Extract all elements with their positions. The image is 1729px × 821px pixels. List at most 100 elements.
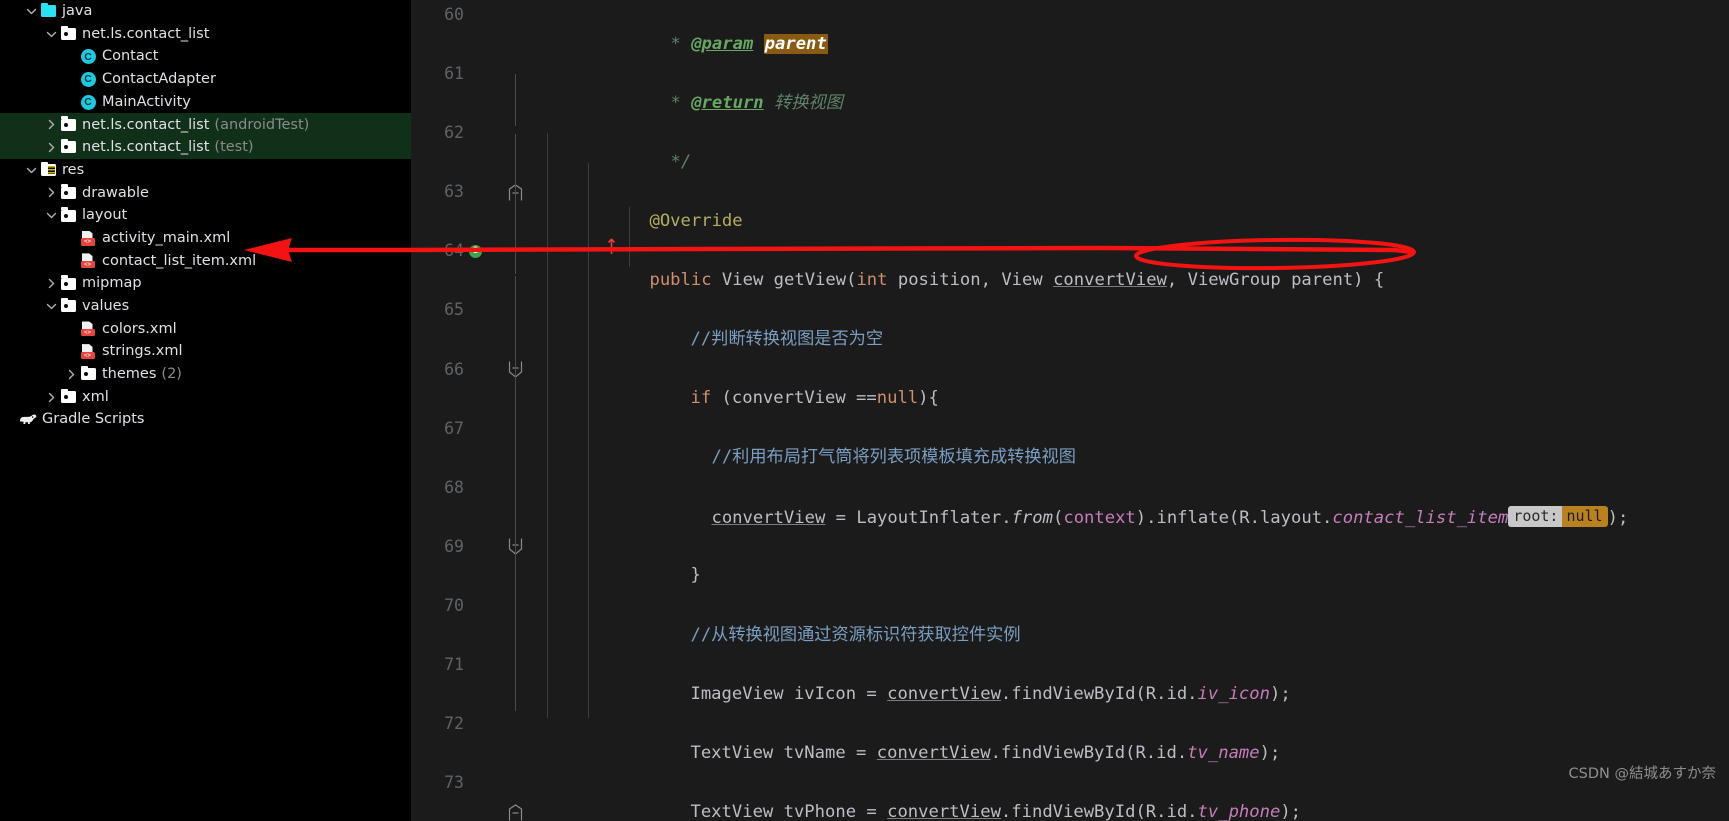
code-line[interactable]: 64 O public View getView(int position, V… (411, 236, 1729, 378)
tree-item-label: xml (82, 388, 109, 405)
javadoc-return-text: 转换视图 (774, 92, 843, 113)
tree-item-net-ls-contact-list[interactable]: net.ls.contact_list (0, 23, 411, 46)
chevron-down-icon[interactable] (44, 295, 58, 317)
tree-item-label: ContactAdapter (102, 71, 216, 88)
code-line[interactable]: 69 } (411, 532, 1729, 821)
tree-item-xml[interactable]: xml (0, 386, 411, 409)
project-tree-panel[interactable]: java net.ls.contact_list C Contact C ContactA… (0, 0, 411, 821)
project-tree[interactable]: java net.ls.contact_list C Contact C ContactA… (0, 0, 411, 431)
tree-item-activity-main-xml[interactable]: <> activity_main.xml (0, 227, 411, 250)
tree-item-label: layout (82, 207, 128, 224)
chevron-right-icon[interactable] (44, 136, 58, 158)
tree-item-suffix: (2) (161, 366, 182, 383)
code-line[interactable]: 73 TextView tvPhone = convertView.findVi… (411, 768, 1729, 821)
var-convertview: convertView (876, 742, 991, 763)
tree-no-chevron (64, 68, 78, 90)
folder-icon (80, 365, 96, 381)
xml-file-icon: <> (80, 344, 96, 360)
java-class-icon: C (80, 94, 96, 110)
line-number: 70 (444, 595, 464, 615)
code-lines[interactable]: 60 * @param parent 61 * @return 转换视图 62 (411, 0, 1729, 821)
var-convertview: convertView (887, 801, 1001, 821)
code-line[interactable]: 63 @Override (411, 177, 1729, 231)
line-number: 64 (444, 241, 464, 261)
sig-part-2: position, View (887, 269, 1054, 290)
tree-item-net-ls-contact-list[interactable]: net.ls.contact_list (androidTest) (0, 113, 411, 137)
code-line[interactable]: 72 TextView tvName = convertView.findVie… (411, 709, 1729, 763)
tree-item-suffix: (test) (214, 139, 254, 156)
chevron-right-icon (48, 142, 54, 153)
package-folder-icon (60, 138, 76, 154)
tree-item-label: res (62, 161, 85, 178)
tree-no-chevron (64, 318, 78, 340)
tree-item-strings-xml[interactable]: <> strings.xml (0, 340, 411, 363)
package-folder-icon (60, 116, 76, 131)
chevron-right-icon[interactable] (44, 182, 58, 204)
tree-item-net-ls-contact-list[interactable]: net.ls.contact_list (test) (0, 136, 411, 159)
tree-item-mainactivity[interactable]: C MainActivity (0, 91, 411, 114)
override-circle-icon: O (469, 244, 482, 258)
hint-value: null (1562, 506, 1608, 528)
tree-item-layout[interactable]: layout (0, 204, 411, 227)
tree-item-contact-list-item-xml[interactable]: <> contact_list_item.xml (0, 250, 411, 273)
tree-item-colors-xml[interactable]: <> colors.xml (0, 318, 411, 341)
code-line[interactable]: 61 * @return 转换视图 (411, 59, 1729, 113)
code-line[interactable]: 65 //判断转换视图是否为空 (411, 295, 1729, 349)
inline-parameter-hint[interactable]: root: null (1508, 502, 1608, 532)
xml-file-icon: <> (78, 341, 98, 363)
tree-item-label: drawable (82, 184, 149, 201)
chevron-right-icon[interactable] (44, 386, 58, 408)
code-line[interactable]: 70 //从转换视图通过资源标识符获取控件实例 (411, 591, 1729, 645)
tree-item-res[interactable]: res (0, 159, 411, 182)
fold-guide-line (515, 276, 516, 711)
tree-item-label: colors.xml (102, 320, 177, 337)
chevron-down-icon[interactable] (24, 159, 38, 181)
chevron-right-icon (48, 188, 54, 198)
chevron-right-icon[interactable] (64, 363, 78, 385)
line-number: 63 (444, 182, 464, 202)
tree-item-contactadapter[interactable]: C ContactAdapter (0, 68, 411, 91)
tree-item-gradle-scripts[interactable]: Gradle Scripts (0, 408, 411, 431)
resource-iv-icon: iv_icon (1197, 683, 1270, 704)
fold-end-icon[interactable] (506, 798, 524, 821)
code-line[interactable]: 67 //利用布局打气筒将列表项模板填充成转换视图 (411, 414, 1729, 468)
xml-file-icon: <> (78, 227, 98, 249)
android-studio-window: java net.ls.contact_list C Contact C ContactA… (0, 0, 1729, 821)
paren-open: ( (1052, 508, 1064, 529)
inflater-part-2: ).inflate(R.layout. (1135, 508, 1333, 529)
doc-star: * (670, 92, 681, 113)
tree-item-values[interactable]: values (0, 295, 411, 318)
code-line[interactable]: 68 convertView = LayoutInflater.from(con… (411, 473, 1729, 529)
chevron-down-icon[interactable] (44, 205, 58, 227)
java-class-icon: C (80, 71, 96, 87)
javadoc-close: */ (670, 151, 692, 172)
code-line[interactable]: 62 */ (411, 118, 1729, 201)
tree-no-chevron (64, 227, 78, 249)
package-folder-icon (58, 23, 78, 45)
res-folder-icon (38, 159, 58, 181)
line-number: 69 (444, 536, 464, 556)
java-class-icon: C (78, 68, 98, 90)
chevron-down-icon (26, 8, 36, 15)
folder-icon (60, 388, 76, 404)
chevron-down-icon (46, 212, 56, 219)
folder-icon (60, 275, 76, 290)
chevron-right-icon[interactable] (44, 114, 58, 136)
line-number: 65 (444, 300, 464, 320)
code-line[interactable]: 66 if (convertView ==null){ (411, 355, 1729, 555)
tree-item-contact[interactable]: C Contact (0, 45, 411, 68)
tree-item-themes[interactable]: themes (2) (0, 363, 411, 386)
tree-item-drawable[interactable]: drawable (0, 182, 411, 205)
code-line[interactable]: 60 * @param parent (411, 0, 1729, 54)
tree-item-java[interactable]: java (0, 0, 411, 23)
chevron-down-icon[interactable] (44, 23, 58, 45)
chevron-right-icon[interactable] (44, 273, 58, 295)
xml-file-icon: <> (80, 230, 96, 246)
code-editor[interactable]: 60 * @param parent 61 * @return 转换视图 62 (411, 0, 1729, 821)
gradle-elephant-icon (19, 413, 37, 427)
code-line[interactable]: 71 ImageView ivIcon = convertView.findVi… (411, 650, 1729, 704)
line-number: 67 (444, 418, 464, 438)
tree-item-label: net.ls.contact_list (82, 116, 210, 133)
chevron-down-icon[interactable] (24, 0, 38, 22)
tree-item-mipmap[interactable]: mipmap (0, 272, 411, 295)
